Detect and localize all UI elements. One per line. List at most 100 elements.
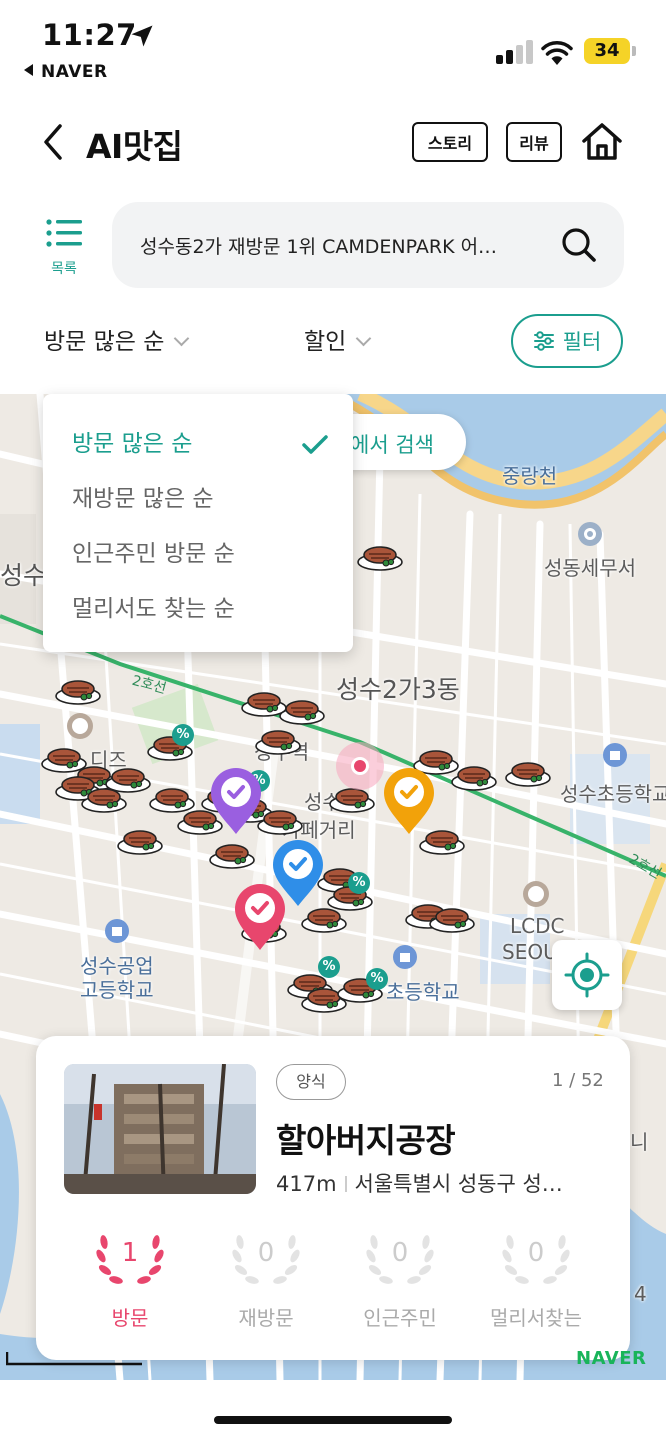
- search-icon[interactable]: [560, 226, 598, 264]
- restaurant-marker[interactable]: [356, 542, 404, 572]
- map-label-elementary2: 초등학교: [386, 980, 460, 1004]
- my-location-button[interactable]: [552, 940, 622, 1010]
- stat-value: 1: [121, 1238, 139, 1268]
- discount-dropdown-label: 할인: [304, 329, 347, 355]
- back-button[interactable]: [36, 120, 72, 164]
- map-label-junglangcheon: 중랑천: [502, 464, 558, 488]
- home-icon[interactable]: [578, 118, 626, 166]
- crosshair-icon: [564, 952, 610, 998]
- category-badge: 양식: [276, 1064, 346, 1100]
- chevron-down-icon: [174, 330, 190, 347]
- battery-indicator: 34: [584, 38, 630, 64]
- restaurant-card[interactable]: 양식 1 / 52 할아버지공장 417m 서울특별시 성동구 성… 1 방문 0…: [36, 1036, 630, 1360]
- battery-tip: [632, 46, 636, 56]
- map-label-4: 4: [634, 1282, 647, 1306]
- steak-plate-icon: [209, 844, 255, 869]
- status-bar: 11:27 NAVER 34: [0, 0, 666, 92]
- sort-option-local-visits[interactable]: 인근주민 방문 순: [72, 534, 235, 568]
- check-icon: [302, 435, 328, 454]
- steak-plate-icon: [357, 546, 403, 571]
- steak-plate-icon: [429, 908, 475, 933]
- list-view-button[interactable]: 목록: [40, 214, 88, 280]
- restaurant-marker[interactable]: [428, 904, 476, 934]
- map-label-lcdc: LCDC: [510, 914, 565, 938]
- stat-label: 방문: [111, 1306, 149, 1330]
- steak-plate-icon: [301, 908, 347, 933]
- visited-pin-purple[interactable]: [209, 766, 263, 836]
- restaurant-marker[interactable]: [256, 806, 304, 836]
- story-button[interactable]: 스토리: [412, 122, 488, 162]
- landmark-face-icon: [67, 713, 93, 739]
- steak-plate-icon: [55, 680, 101, 705]
- back-to-app[interactable]: NAVER: [24, 62, 108, 82]
- discount-badge[interactable]: %: [348, 872, 370, 894]
- sort-menu: 방문 많은 순 재방문 많은 순 인근주민 방문 순 멀리서도 찾는 순: [43, 394, 353, 652]
- restaurant-marker[interactable]: [450, 762, 498, 792]
- restaurant-marker[interactable]: [254, 726, 302, 756]
- steak-plate-icon: [81, 788, 127, 813]
- restaurant-photo[interactable]: [64, 1064, 256, 1194]
- sliders-icon: [533, 331, 554, 351]
- discount-badge[interactable]: %: [366, 968, 388, 990]
- visited-pin-orange[interactable]: [382, 766, 436, 836]
- stat-label: 인근주민: [363, 1306, 437, 1330]
- search-bar[interactable]: 성수동2가 재방문 1위 CAMDENPARK 어…: [112, 202, 624, 288]
- meta-divider: [344, 1176, 347, 1192]
- landmark-face-icon: [523, 881, 549, 907]
- restaurant-address: 서울특별시 성동구 성…: [354, 1172, 563, 1196]
- map-label-ni: 니: [630, 1130, 649, 1154]
- stat-locals: 0 인근주민: [340, 1224, 460, 1334]
- map-label-seongsu2ga3: 성수2가3동: [336, 675, 460, 704]
- stat-value: 0: [391, 1238, 409, 1268]
- restaurant-marker[interactable]: [278, 696, 326, 726]
- wifi-icon: [541, 41, 573, 65]
- steak-plate-icon: [117, 830, 163, 855]
- chevron-down-icon: [356, 330, 372, 347]
- map-label-elementary: 성수초등학교: [560, 782, 666, 806]
- restaurant-marker[interactable]: [116, 826, 164, 856]
- sort-dropdown-label: 방문 많은 순: [44, 329, 165, 355]
- restaurant-distance: 417m: [276, 1172, 337, 1196]
- current-location-marker: [336, 742, 384, 790]
- back-app-label: NAVER: [41, 62, 108, 82]
- page-title: AI맛집: [86, 127, 183, 166]
- steak-plate-icon: [505, 762, 551, 787]
- stat-value: 0: [257, 1238, 275, 1268]
- restaurant-meta: 417m 서울특별시 성동구 성…: [276, 1168, 606, 1198]
- filter-label: 필터: [562, 330, 602, 354]
- search-this-area-label: 에서 검색: [350, 433, 434, 457]
- page-counter: 1 / 52: [552, 1070, 604, 1091]
- visited-pin-pink[interactable]: [233, 882, 287, 952]
- review-button[interactable]: 리뷰: [506, 122, 562, 162]
- stat-from-afar: 0 멀리서찾는: [476, 1224, 596, 1334]
- restaurant-marker[interactable]: [80, 784, 128, 814]
- school-icon: [603, 743, 627, 767]
- sort-dropdown[interactable]: 방문 많은 순: [44, 322, 190, 356]
- stat-visits: 1 방문: [70, 1224, 190, 1334]
- discount-dropdown[interactable]: 할인: [304, 322, 372, 356]
- sort-option-most-revisits[interactable]: 재방문 많은 순: [72, 479, 214, 513]
- steak-plate-icon: [451, 766, 497, 791]
- map-label-technical-high: 고등학교: [80, 978, 154, 1002]
- discount-badge[interactable]: %: [172, 724, 194, 746]
- list-icon: [46, 219, 82, 247]
- stat-revisits: 0 재방문: [206, 1224, 326, 1334]
- map-label-seongsu: 성수: [0, 561, 47, 590]
- restaurant-marker[interactable]: [54, 676, 102, 706]
- list-label: 목록: [51, 261, 77, 277]
- sort-option-most-visits[interactable]: 방문 많은 순: [72, 424, 192, 458]
- filter-button[interactable]: 필터: [511, 314, 623, 368]
- school-icon: [105, 919, 129, 943]
- stat-value: 0: [527, 1238, 545, 1268]
- school-icon: [393, 945, 417, 969]
- naver-map-logo: NAVER: [576, 1348, 647, 1369]
- search-query[interactable]: 성수동2가 재방문 1위 CAMDENPARK 어…: [140, 232, 540, 259]
- restaurant-name[interactable]: 할아버지공장: [276, 1114, 456, 1162]
- restaurant-marker[interactable]: [208, 840, 256, 870]
- status-time: 11:27: [42, 18, 137, 52]
- discount-badge[interactable]: %: [318, 956, 340, 978]
- steak-plate-icon: [257, 810, 303, 835]
- restaurant-marker[interactable]: [300, 904, 348, 934]
- sort-option-from-afar[interactable]: 멀리서도 찾는 순: [72, 589, 235, 623]
- restaurant-marker[interactable]: [504, 758, 552, 788]
